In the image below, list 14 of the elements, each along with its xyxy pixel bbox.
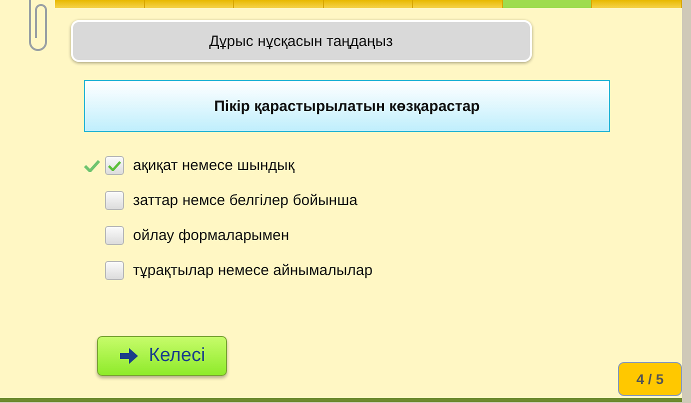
page-counter: 4 / 5 — [618, 362, 682, 396]
option-label[interactable]: ойлау формаларымен — [133, 227, 290, 244]
option-label[interactable]: ақиқат немесе шындық — [133, 157, 294, 174]
option-label[interactable]: заттар немсе белгілер бойынша — [133, 192, 358, 209]
instruction-banner: Дұрыс нұсқасын таңдаңыз — [70, 20, 532, 62]
checkbox[interactable] — [105, 261, 124, 280]
next-button[interactable]: Келесі — [97, 336, 227, 376]
checkbox[interactable] — [105, 191, 124, 210]
checkbox[interactable] — [105, 156, 124, 175]
check-icon — [108, 160, 121, 170]
question-banner: Пікір қарастырылатын көзқарастар — [84, 80, 610, 132]
option-label[interactable]: тұрақтылар немесе айнымалылар — [133, 262, 373, 279]
arrow-icon — [118, 348, 139, 364]
checkbox[interactable] — [105, 226, 124, 245]
